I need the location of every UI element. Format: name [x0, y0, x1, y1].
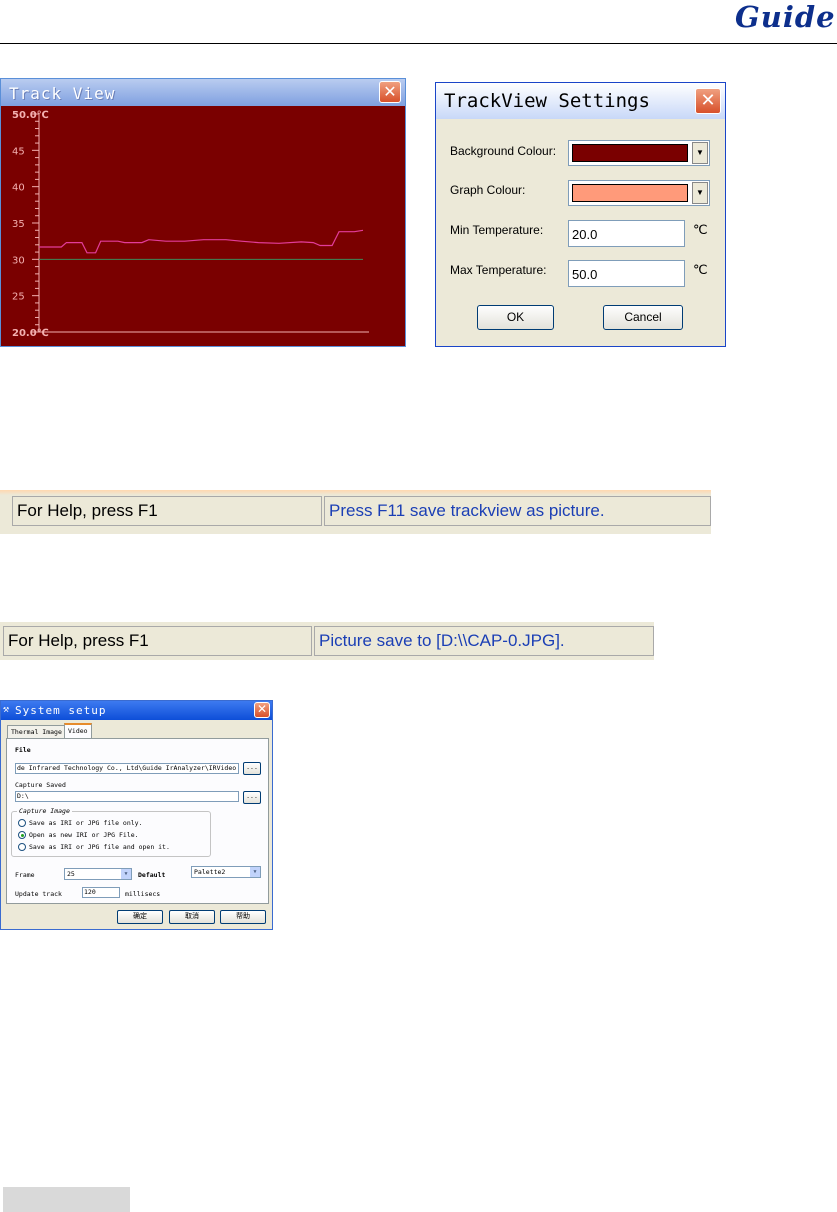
settings-title: TrackView Settings [444, 90, 650, 112]
tab-video[interactable]: Video [64, 723, 92, 738]
max-temperature-input[interactable]: 50.0 [568, 260, 685, 287]
chevron-down-icon[interactable]: ▼ [121, 869, 131, 879]
y-tick-label: 45 [12, 146, 25, 157]
ok-button[interactable]: OK [477, 305, 554, 330]
graph-colour-dropdown[interactable]: ▼ [568, 180, 710, 206]
background-colour-dropdown[interactable]: ▼ [568, 140, 710, 166]
track-view-title: Track View [9, 84, 116, 103]
graph-colour-label: Graph Colour: [450, 183, 526, 197]
chevron-down-icon[interactable]: ▼ [692, 142, 708, 164]
max-temperature-unit: ℃ [693, 262, 708, 277]
default-label: Default [138, 871, 166, 879]
tools-icon: ⚒ [3, 704, 10, 715]
guide-logo: Guide [735, 0, 836, 34]
y-max-label: 50.0℃ [12, 110, 49, 121]
y-tick-label: 30 [12, 255, 25, 266]
system-setup-close-button[interactable]: ✕ [254, 702, 270, 718]
capture-image-group: Capture Image Save as IRI or JPG file on… [11, 807, 211, 857]
update-track-unit: millisecs [125, 890, 161, 898]
capture-image-group-title: Capture Image [17, 807, 72, 815]
capture-saved-field[interactable]: D:\ [15, 791, 239, 802]
status-message-text: Press F11 save trackview as picture. [324, 496, 711, 526]
update-track-input[interactable]: 120 [82, 887, 120, 898]
track-view-window: Track View ✕ 50.0℃ 45 40 35 30 25 20.0℃ [0, 78, 406, 347]
chevron-down-icon[interactable]: ▼ [692, 182, 708, 204]
status-help-text: For Help, press F1 [12, 496, 322, 526]
track-view-plot: 50.0℃ 45 40 35 30 25 20.0℃ [1, 106, 405, 346]
update-track-label: Update track [15, 890, 62, 898]
system-setup-titlebar[interactable]: ⚒ System setup ✕ [1, 701, 272, 720]
tab-thermal-image[interactable]: Thermal Image [7, 725, 66, 738]
option-save-and-open-label: Save as IRI or JPG file and open it. [29, 843, 170, 851]
status-message-text: Picture save to [D:\\CAP-0.JPG]. [314, 626, 654, 656]
max-temperature-label: Max Temperature: [450, 263, 547, 277]
settings-titlebar[interactable]: TrackView Settings ✕ [436, 83, 725, 119]
status-help-text: For Help, press F1 [3, 626, 312, 656]
system-setup-dialog: ⚒ System setup ✕ Thermal Image Video Fil… [0, 700, 273, 930]
header-divider [0, 43, 837, 44]
system-setup-title: System setup [15, 704, 107, 717]
min-temperature-label: Min Temperature: [450, 223, 544, 237]
help-button[interactable]: 帮助 [220, 910, 266, 924]
cancel-button[interactable]: 取消 [169, 910, 215, 924]
capture-saved-browse-button[interactable]: ... [243, 791, 261, 804]
option-open-as-new-label: Open as new IRI or JPG File. [29, 831, 139, 839]
background-colour-label: Background Colour: [450, 144, 557, 158]
frame-label: Frame [15, 871, 35, 879]
y-min-label: 20.0℃ [12, 328, 49, 339]
min-temperature-input[interactable]: 20.0 [568, 220, 685, 247]
default-palette-value: Palette2 [194, 868, 226, 876]
chevron-down-icon[interactable]: ▼ [250, 867, 260, 877]
y-tick-label: 40 [12, 183, 25, 194]
plot-background [1, 106, 405, 346]
file-browse-button[interactable]: ... [243, 762, 261, 775]
background-colour-swatch [572, 144, 688, 162]
y-tick-label: 35 [12, 219, 25, 230]
capture-saved-label: Capture Saved [15, 781, 66, 789]
trackview-settings-dialog: TrackView Settings ✕ Background Colour: … [435, 82, 726, 347]
graph-colour-swatch [572, 184, 688, 202]
y-tick-label: 25 [12, 292, 25, 303]
file-path-field[interactable]: de Infrared Technology Co., Ltd\Guide Ir… [15, 763, 239, 774]
status-bar-highlight [0, 490, 711, 495]
settings-close-button[interactable]: ✕ [695, 88, 721, 114]
cancel-button[interactable]: Cancel [603, 305, 683, 330]
ok-button[interactable]: 确定 [117, 910, 163, 924]
radio-open-as-new[interactable] [18, 831, 26, 839]
frame-value: 25 [67, 870, 75, 878]
default-palette-dropdown[interactable]: Palette2 ▼ [191, 866, 261, 878]
status-bar-picture-saved: For Help, press F1 Picture save to [D:\\… [0, 622, 654, 660]
file-label: File [15, 746, 31, 754]
option-save-only-label: Save as IRI or JPG file only. [29, 819, 143, 827]
track-view-titlebar[interactable]: Track View ✕ [1, 79, 405, 106]
footer-shade-block [3, 1187, 130, 1212]
status-bar-trackview-hint: For Help, press F1 Press F11 save trackv… [0, 490, 711, 534]
track-view-close-button[interactable]: ✕ [379, 81, 401, 103]
radio-save-and-open[interactable] [18, 843, 26, 851]
radio-save-only[interactable] [18, 819, 26, 827]
frame-dropdown[interactable]: 25 ▼ [64, 868, 132, 880]
min-temperature-unit: ℃ [693, 222, 708, 237]
